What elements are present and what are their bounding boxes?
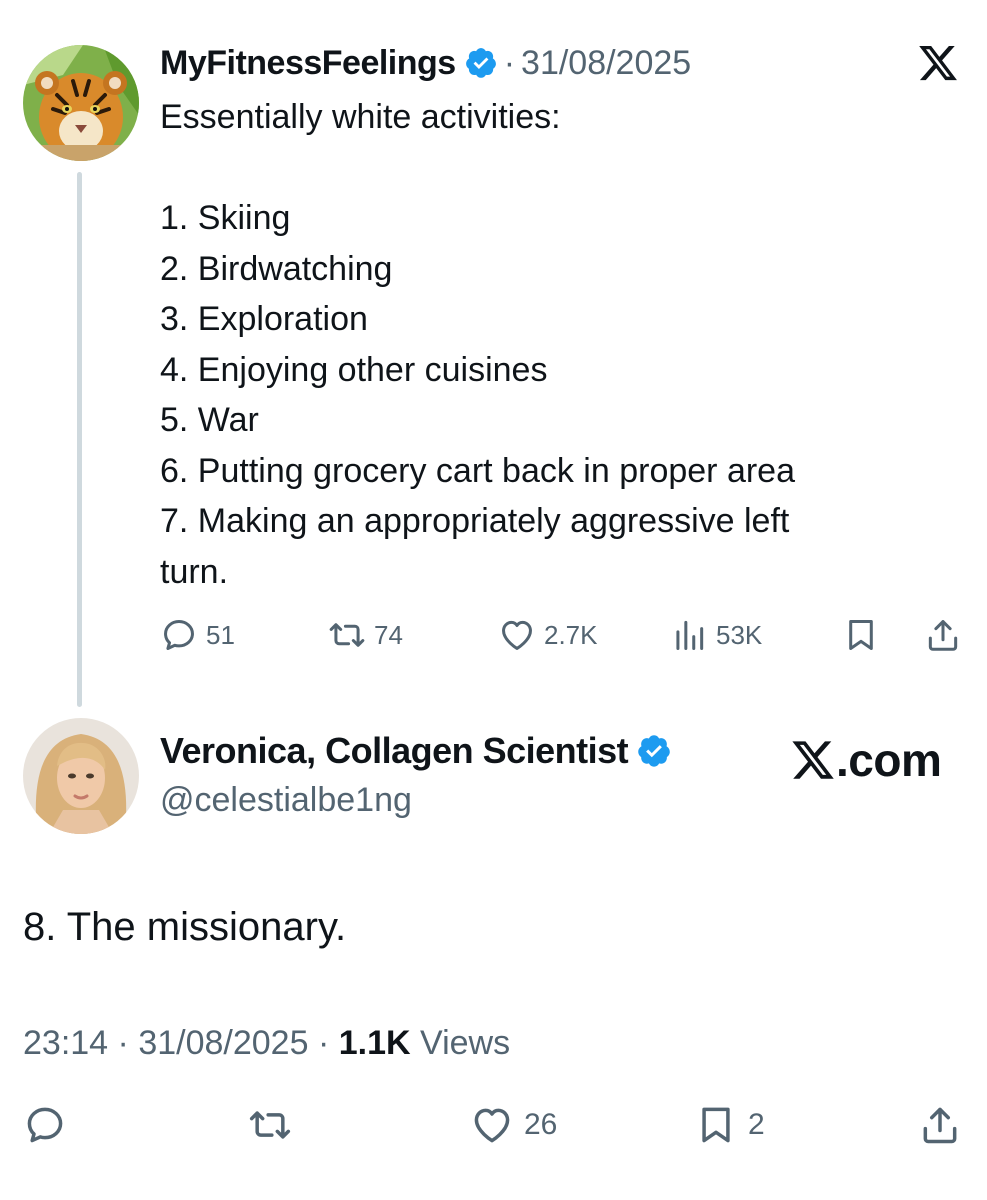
tweet2-time[interactable]: 23:14 [23,1024,108,1062]
like-count: 2.7K [544,619,598,650]
tweet2-avatar[interactable] [23,718,139,834]
share-button[interactable] [924,612,962,658]
bookmark-button[interactable] [842,612,880,658]
share-button[interactable] [918,1102,962,1148]
tweet1-text: Essentially white activities: 1. Skiing … [160,92,920,597]
reply-button[interactable] [23,1102,67,1148]
header-separator: · [503,43,516,82]
bookmark-button[interactable]: 2 [694,1102,765,1148]
tiger-avatar-icon [23,45,139,161]
reply-count: 51 [206,619,235,650]
tweet1-date[interactable]: 31/08/2025 [521,44,691,83]
bar-chart-icon [676,620,704,650]
watermark-text: .com [836,734,942,786]
meta-separator: · [117,1024,129,1062]
share-icon [923,1107,957,1144]
tweet2-views-count: 1.1K [338,1024,411,1062]
tweet-line: 3. Exploration [160,300,368,338]
heart-icon [502,620,532,650]
tweet2-text: 8. The missionary. [23,905,347,949]
tweet-line: 6. Putting grocery cart back in proper a… [160,451,795,490]
woman-avatar-icon [23,718,139,834]
retweet-button[interactable] [248,1102,292,1148]
like-button[interactable]: 2.7K [498,612,598,658]
views-count: 53K [716,619,763,650]
tweet-line: Essentially white activities: [160,98,561,136]
tweet2-header: Veronica, Collagen Scientist [160,730,672,772]
verified-badge-icon [638,735,670,767]
views-button[interactable]: 53K [670,612,762,658]
x-logo-icon [792,741,834,779]
tweet2-meta: 23:14 · 31/08/2025 · 1.1K Views [23,1024,510,1063]
x-com-watermark: .com [790,732,942,788]
x-logo-icon [919,45,957,81]
reply-icon [164,620,194,650]
tweet-line: 7. Making an appropriately aggressive le… [160,502,790,540]
thread-connector-line [77,172,82,707]
meta-separator: · [317,1024,330,1062]
tweet-line: 2. Birdwatching [160,249,393,288]
reply-icon [27,1107,63,1143]
tweet-line: turn. [160,552,229,591]
like-button[interactable]: 26 [470,1102,557,1148]
tweet-line: 4. Enjoying other cuisines [160,350,548,389]
heart-icon [474,1108,510,1143]
reply-button[interactable]: 51 [160,612,235,658]
tweet2-handle[interactable]: @celestialbe1ng [160,781,412,820]
tweet-line: 5. War [160,401,259,439]
tweet2-author-name[interactable]: Veronica, Collagen Scientist [160,730,629,772]
retweet-button[interactable]: 74 [328,612,403,658]
like-count: 26 [524,1108,558,1141]
bookmark-count: 2 [748,1108,765,1141]
tweet1-actions: 51 74 2.7K 53K [160,612,964,658]
tweet1-avatar[interactable] [23,45,139,161]
tweet-line: 1. Skiing [160,199,291,237]
tweet2-views-label: Views [420,1024,511,1062]
verified-badge-icon [465,48,496,78]
retweet-icon [329,623,365,647]
share-icon [928,620,958,651]
tweet1-author-name[interactable]: MyFitnessFeelings [160,44,456,83]
bookmark-icon [849,620,873,650]
retweet-count: 74 [374,619,403,650]
tweet1-header: MyFitnessFeelings · 31/08/2025 [160,40,691,86]
bookmark-icon [702,1107,730,1143]
retweet-icon [249,1111,291,1139]
tweet2-actions: 26 2 [0,1102,987,1154]
tweet2-date[interactable]: 31/08/2025 [138,1024,308,1062]
